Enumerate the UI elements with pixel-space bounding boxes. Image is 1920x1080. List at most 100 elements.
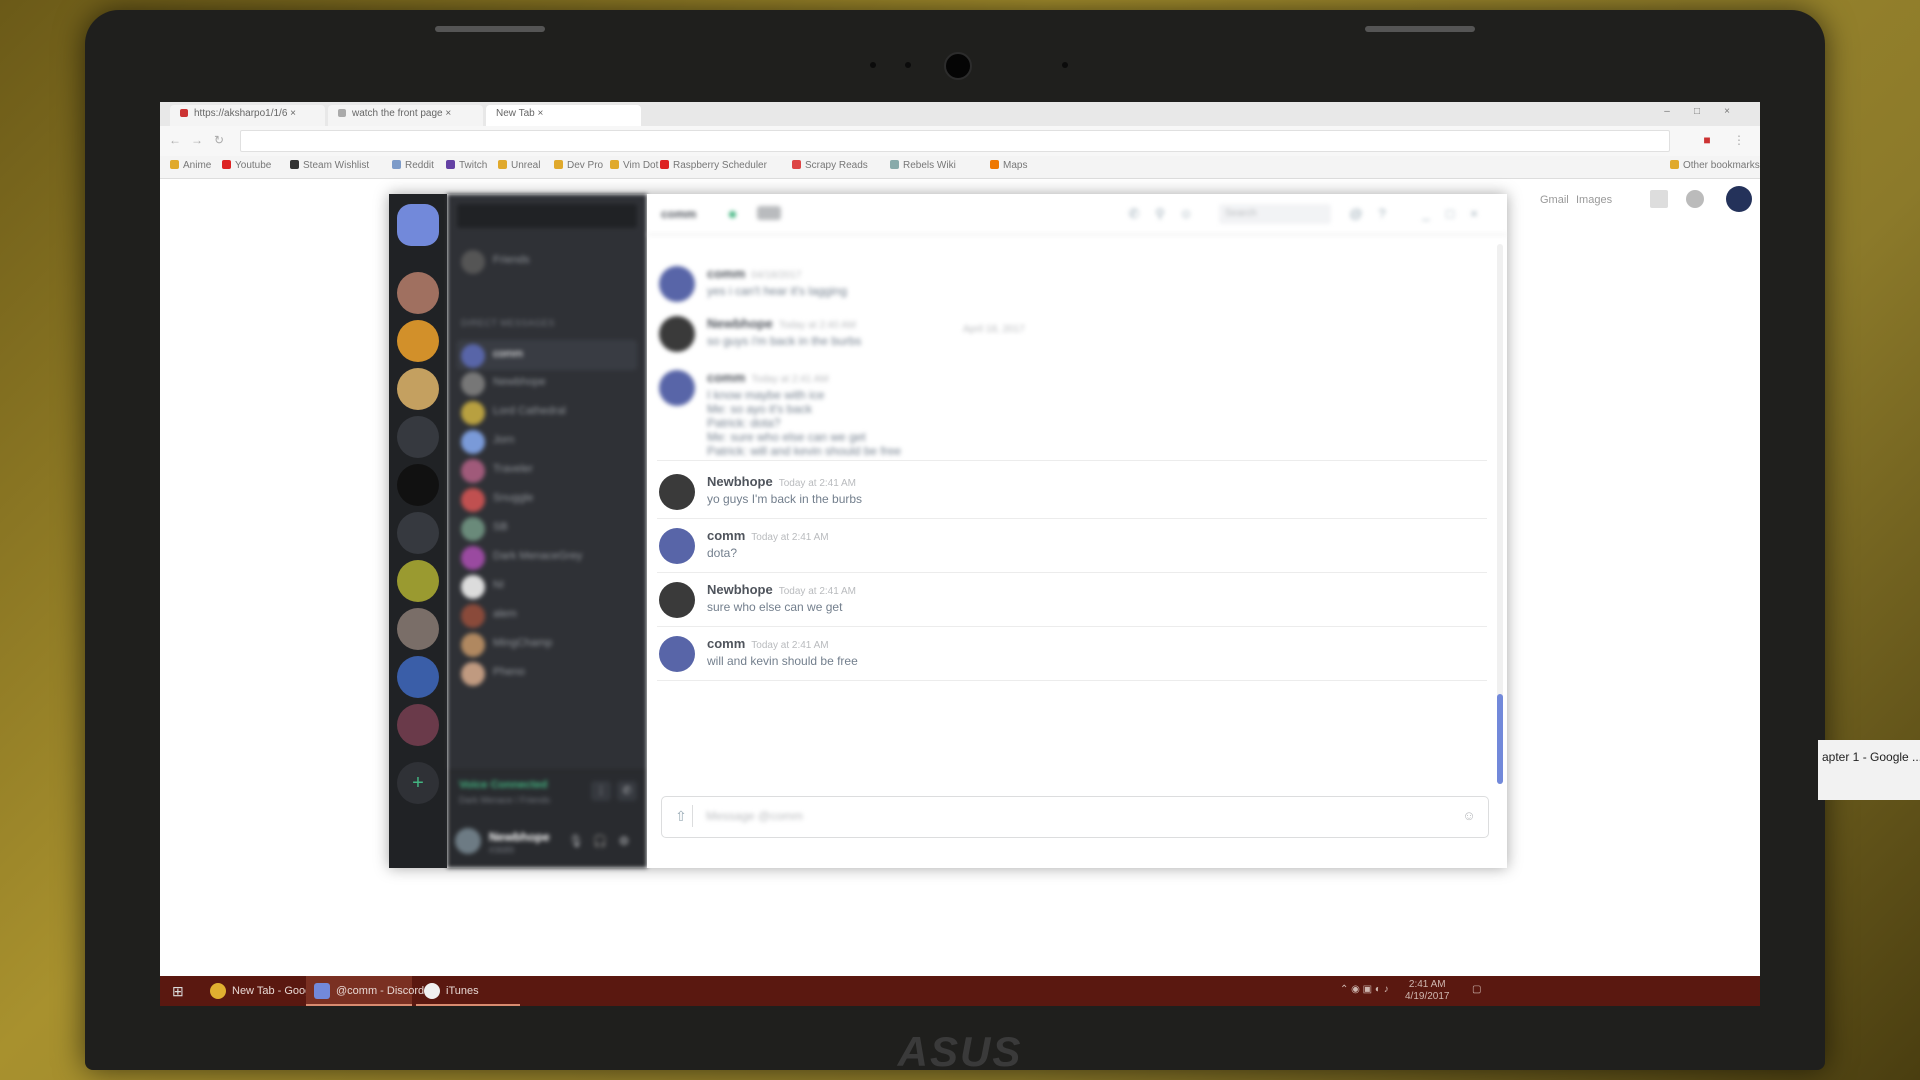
images-link[interactable]: Images xyxy=(1576,194,1612,206)
dm-item[interactable]: NI xyxy=(457,571,637,601)
windows-start-icon[interactable]: ⊞ xyxy=(172,983,188,999)
bookmark-item[interactable]: Dev Pro xyxy=(554,160,603,171)
dm-item[interactable]: Jorn xyxy=(457,426,637,456)
server-icon[interactable] xyxy=(397,320,439,362)
dm-search-input[interactable] xyxy=(457,204,637,228)
bookmark-item[interactable]: Rebels Wiki xyxy=(890,160,956,171)
minimize-icon[interactable]: – xyxy=(1660,106,1674,118)
pin-icon[interactable]: ⚲ xyxy=(1151,205,1169,223)
omnibox-input[interactable] xyxy=(240,130,1670,152)
message-composer[interactable]: ⇧ Message @comm ☺ xyxy=(661,796,1489,838)
menu-icon[interactable]: ⋮ xyxy=(1732,133,1746,147)
dm-item[interactable]: comm xyxy=(457,340,637,370)
browser-tab[interactable]: watch the front page × xyxy=(328,105,483,126)
server-icon[interactable] xyxy=(397,560,439,602)
server-icon[interactable] xyxy=(397,656,439,698)
avatar[interactable] xyxy=(659,636,695,672)
bookmark-item[interactable]: Vim Dot xyxy=(610,160,658,171)
add-friend-icon[interactable]: ☺ xyxy=(1177,205,1195,223)
bookmark-item[interactable]: Youtube xyxy=(222,160,271,171)
dm-item[interactable]: Dark MenaceGrey xyxy=(457,542,637,572)
dm-item[interactable]: SB xyxy=(457,513,637,543)
reload-icon[interactable]: ↻ xyxy=(212,133,226,147)
message-author[interactable]: Newbhope Today at 2:40 AM xyxy=(707,316,856,331)
server-icon[interactable] xyxy=(397,368,439,410)
bookmark-item[interactable]: Anime xyxy=(170,160,211,171)
home-server-icon[interactable] xyxy=(397,204,439,246)
server-icon[interactable] xyxy=(397,272,439,314)
taskbar-item-active[interactable]: @comm - Discord xyxy=(306,976,424,1006)
mention-icon[interactable]: @ xyxy=(1347,205,1365,223)
author-name[interactable]: comm xyxy=(707,266,745,281)
call-icon[interactable]: ✆ xyxy=(1125,205,1143,223)
friends-item[interactable]: Friends xyxy=(457,246,637,276)
scrollbar-thumb[interactable] xyxy=(1497,694,1503,784)
forward-icon[interactable]: → xyxy=(190,133,204,147)
author-name[interactable]: Newbhope xyxy=(707,474,773,489)
author-name[interactable]: Newbhope xyxy=(707,316,773,331)
close-icon[interactable]: × xyxy=(1465,205,1483,223)
taskbar-item[interactable]: New Tab - Google ... xyxy=(202,976,332,1006)
extension-icon[interactable]: ■ xyxy=(1700,133,1714,147)
avatar[interactable] xyxy=(659,316,695,352)
server-icon[interactable] xyxy=(397,464,439,506)
back-icon[interactable]: ← xyxy=(168,133,182,147)
system-tray-icons[interactable]: ⌃ ◉ ▣ ◐ ♪ xyxy=(1340,984,1389,995)
close-icon[interactable]: × xyxy=(1720,106,1734,118)
other-bookmarks[interactable]: Other bookmarks xyxy=(1670,160,1760,171)
server-icon[interactable] xyxy=(397,704,439,746)
bookmark-item[interactable]: Scrapy Reads xyxy=(792,160,868,171)
dm-item[interactable]: Snuggle xyxy=(457,484,637,514)
voice-settings-icon[interactable]: ⋮ xyxy=(591,781,611,801)
microphone-icon[interactable]: 🎙 xyxy=(567,832,585,850)
message-author[interactable]: Newbhope Today at 2:41 AM xyxy=(707,582,856,597)
headphones-icon[interactable]: 🎧 xyxy=(591,832,609,850)
server-icon[interactable] xyxy=(397,416,439,458)
message-author[interactable]: Newbhope Today at 2:41 AM xyxy=(707,474,856,489)
notification-icon[interactable]: ▢ xyxy=(1472,984,1481,995)
author-name[interactable]: comm xyxy=(707,370,745,385)
message-author[interactable]: comm 04/18/2017 xyxy=(707,266,801,281)
user-avatar[interactable] xyxy=(455,828,481,854)
avatar[interactable] xyxy=(659,266,695,302)
server-icon[interactable] xyxy=(397,512,439,554)
maximize-icon[interactable]: □ xyxy=(1441,205,1459,223)
author-name[interactable]: comm xyxy=(707,636,745,651)
bookmark-item[interactable]: Steam Wishlist xyxy=(290,160,369,171)
clock[interactable]: 2:41 AM 4/19/2017 xyxy=(1405,979,1450,1003)
emoji-icon[interactable]: ☺ xyxy=(1460,807,1478,825)
bookmark-item[interactable]: Unreal xyxy=(498,160,540,171)
dm-item[interactable]: Pheno xyxy=(457,658,637,688)
gear-icon[interactable]: ⚙ xyxy=(615,832,633,850)
message-author[interactable]: comm Today at 2:41 AM xyxy=(707,370,829,385)
dm-item[interactable]: Newbhope xyxy=(457,368,637,398)
account-avatar[interactable] xyxy=(1726,186,1752,212)
disconnect-icon[interactable]: ✆ xyxy=(617,781,637,801)
bookmark-item[interactable]: Reddit xyxy=(392,160,434,171)
minimize-icon[interactable]: _ xyxy=(1417,205,1435,223)
browser-tab-active[interactable]: New Tab × xyxy=(486,105,641,126)
dm-item[interactable]: Traveler xyxy=(457,455,637,485)
bookmark-item[interactable]: Raspberry Scheduler xyxy=(660,160,767,171)
avatar[interactable] xyxy=(659,474,695,510)
upload-icon[interactable]: ⇧ xyxy=(670,805,693,827)
notifications-icon[interactable] xyxy=(1686,190,1704,208)
dm-item[interactable]: Lord Cathedral xyxy=(457,397,637,427)
maximize-icon[interactable]: □ xyxy=(1690,106,1704,118)
browser-tab[interactable]: https://aksharpo1/1/6 × xyxy=(170,105,325,126)
message-author[interactable]: comm Today at 2:41 AM xyxy=(707,528,829,543)
search-input[interactable]: Search xyxy=(1219,204,1331,224)
author-name[interactable]: Newbhope xyxy=(707,582,773,597)
bookmark-item[interactable]: Twitch xyxy=(446,160,487,171)
author-name[interactable]: comm xyxy=(707,528,745,543)
avatar[interactable] xyxy=(659,528,695,564)
bookmark-item[interactable]: Maps xyxy=(990,160,1027,171)
avatar[interactable] xyxy=(659,582,695,618)
help-icon[interactable]: ? xyxy=(1373,205,1391,223)
server-icon[interactable] xyxy=(397,608,439,650)
add-server-icon[interactable]: + xyxy=(397,762,439,804)
avatar[interactable] xyxy=(659,370,695,406)
dm-item[interactable]: MingChamp xyxy=(457,629,637,659)
message-author[interactable]: comm Today at 2:41 AM xyxy=(707,636,829,651)
apps-grid-icon[interactable] xyxy=(1650,190,1668,208)
